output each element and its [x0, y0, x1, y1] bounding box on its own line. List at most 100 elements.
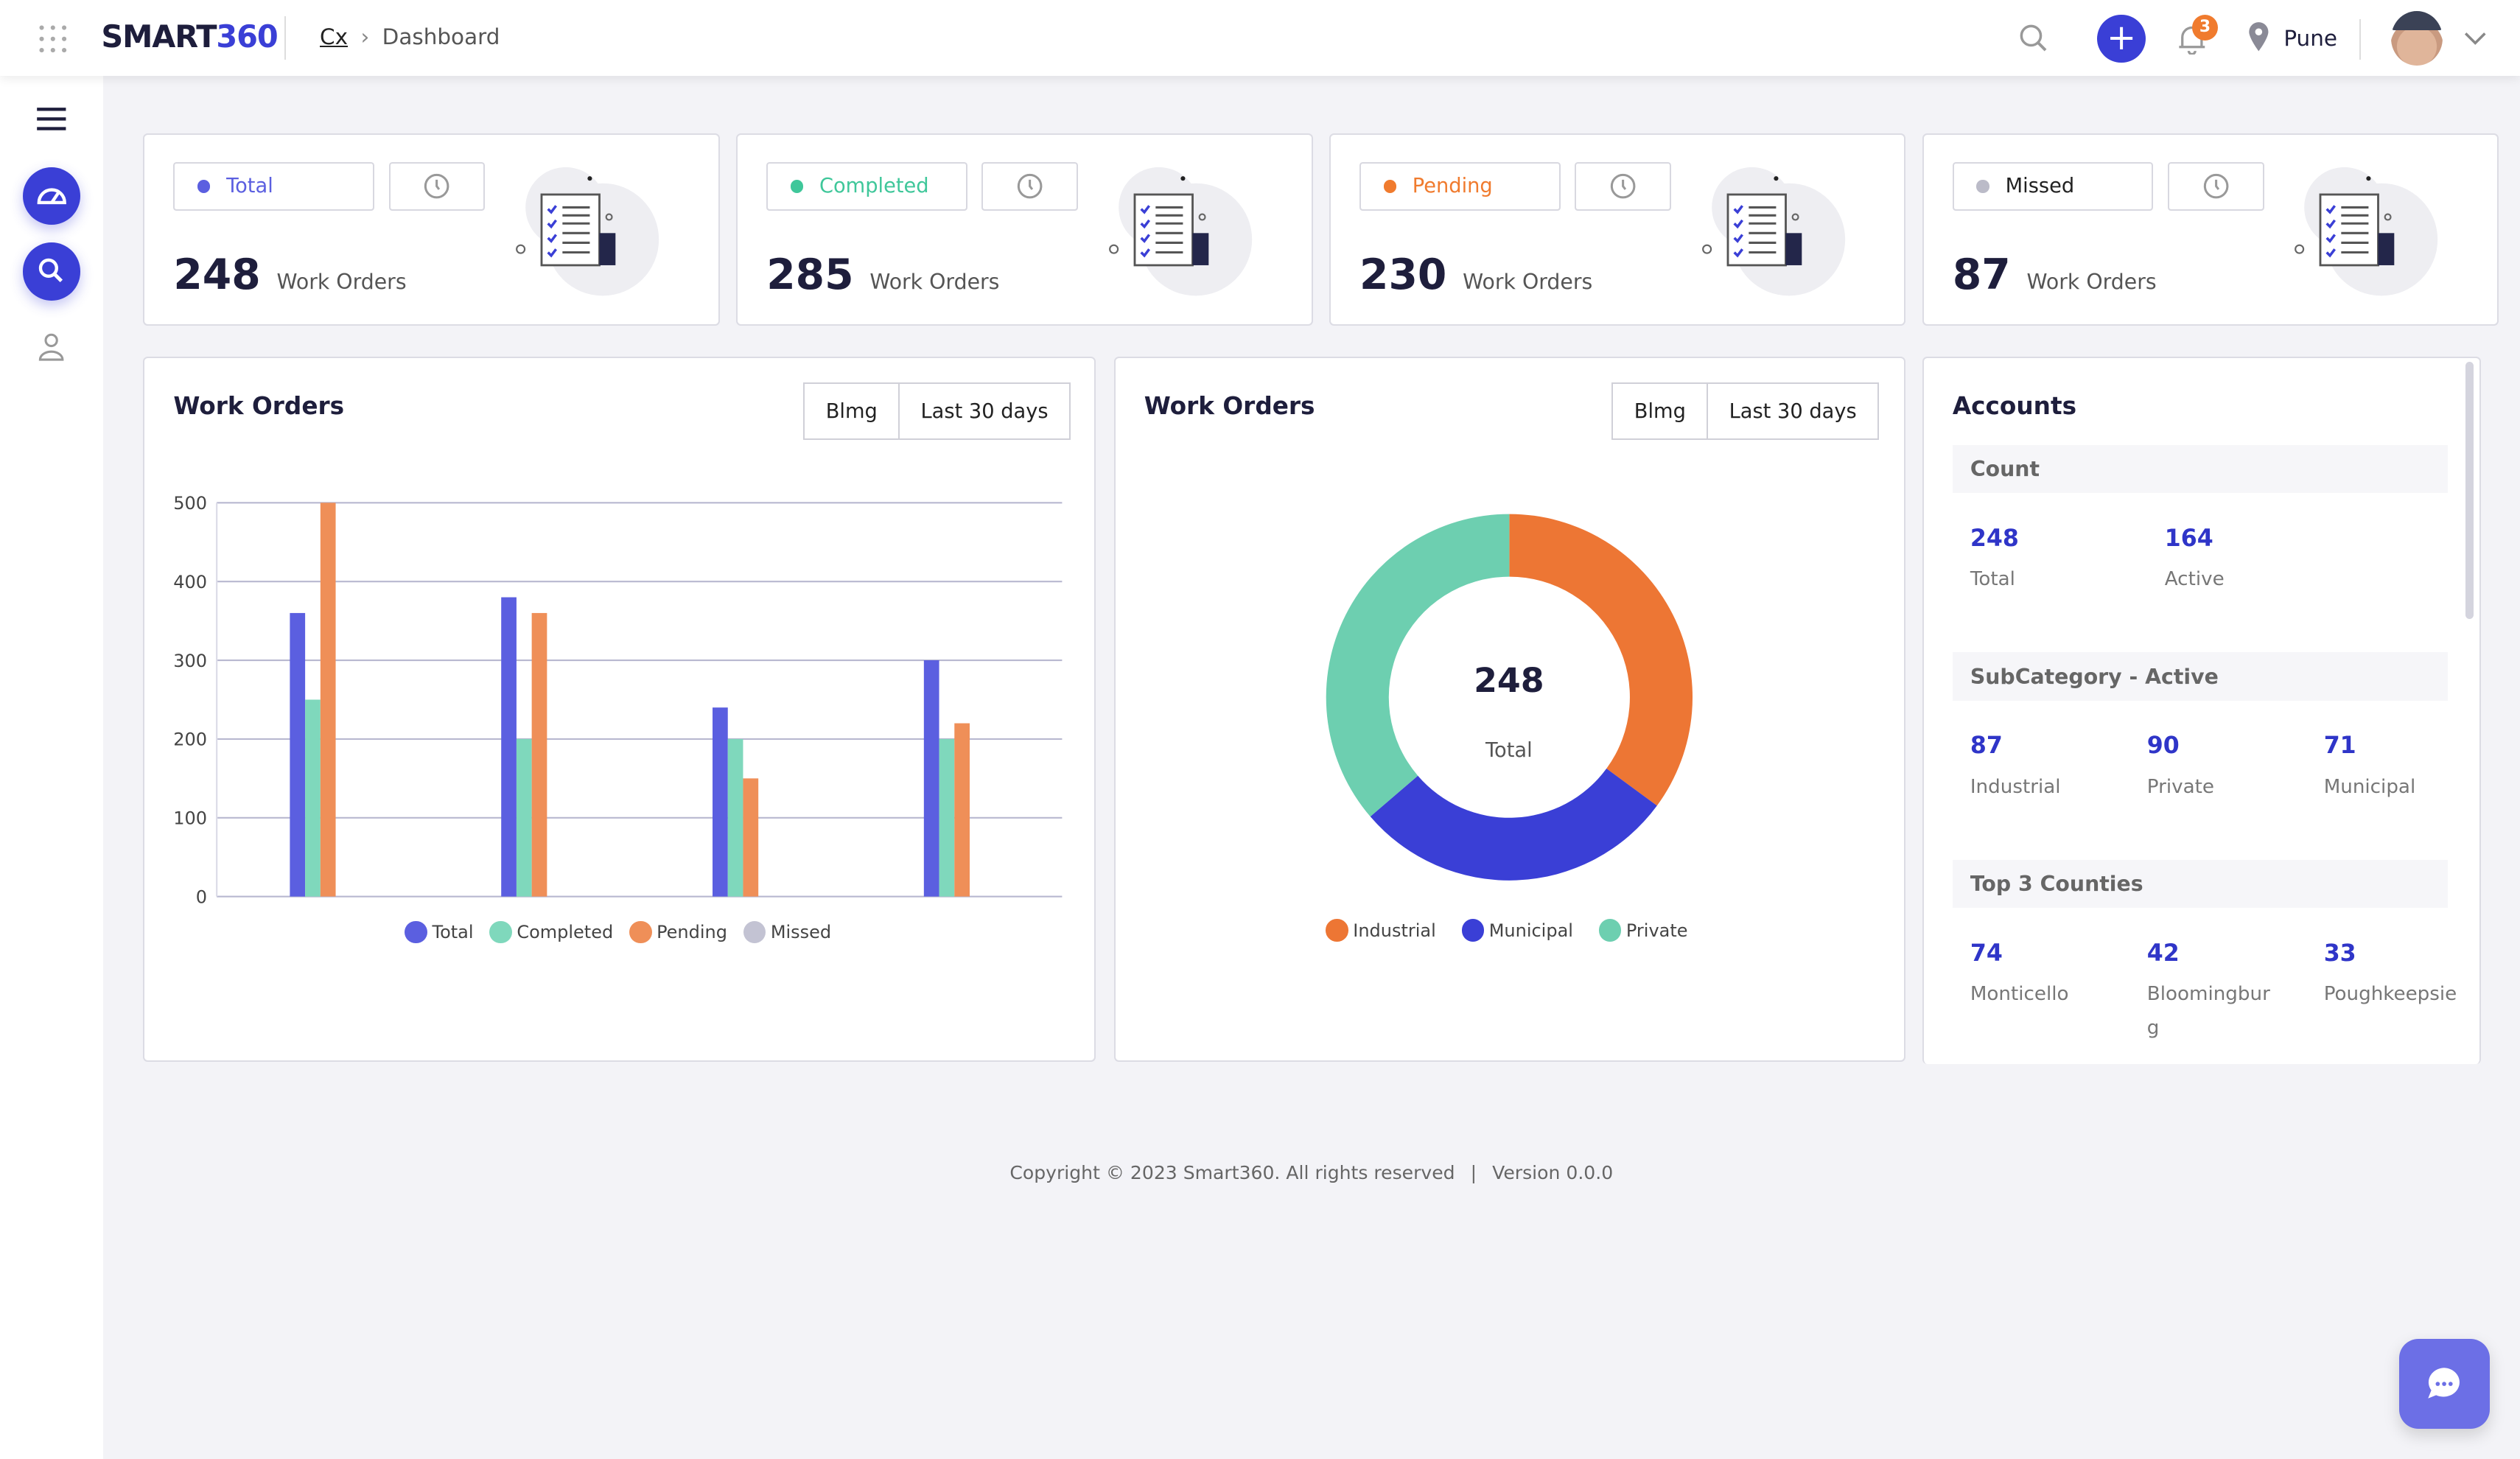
- status-label: Total: [226, 175, 273, 198]
- work-orders-donut-panel: Work Orders Blmg Last 30 days 248 Total …: [1113, 357, 1906, 1063]
- bar-completed[interactable]: [517, 739, 532, 897]
- status-pill[interactable]: Completed: [766, 162, 967, 211]
- account-stat: 248 Total: [1970, 525, 2105, 597]
- user-icon[interactable]: [37, 332, 66, 362]
- section-counties: Top 3 Counties: [1952, 859, 2448, 909]
- bar-total[interactable]: [290, 613, 306, 897]
- footer-separator: |: [1470, 1161, 1477, 1183]
- account-stat-value: 248: [1970, 525, 2019, 553]
- status-label: Pending: [1412, 175, 1493, 198]
- donut-chart-legend: Industrial Municipal Private: [1326, 919, 1713, 942]
- bar-completed[interactable]: [727, 739, 743, 897]
- checklist-illustration-icon: [515, 167, 659, 296]
- legend-item[interactable]: Industrial: [1326, 919, 1436, 942]
- bar-total[interactable]: [713, 707, 728, 897]
- breadcrumb-cx[interactable]: Cx: [320, 24, 348, 49]
- legend-item[interactable]: Pending: [629, 920, 727, 944]
- sidebar-item-search[interactable]: [22, 242, 81, 301]
- y-tick-label: 300: [173, 651, 207, 671]
- app-grid-icon[interactable]: [37, 23, 69, 55]
- stat-value-row: 285 Work Orders: [766, 251, 999, 299]
- work-orders-bar-panel: Work Orders Blmg Last 30 days 0 100 200 300…: [143, 357, 1096, 1063]
- version-text: Version 0.0.0: [1492, 1161, 1614, 1183]
- status-pill[interactable]: Missed: [1952, 162, 2154, 211]
- legend-label: Private: [1625, 920, 1688, 941]
- breadcrumb: Cx › Dashboard: [320, 24, 500, 49]
- checklist-illustration-icon: [2295, 167, 2438, 296]
- accounts-panel: Accounts Count SubCategory - Active Top …: [1922, 357, 2482, 1064]
- stat-value: 248: [173, 251, 261, 300]
- account-stat-label: Industrial: [1970, 775, 2061, 798]
- status-pill[interactable]: Total: [173, 162, 374, 211]
- account-stat: 90 Private: [2147, 732, 2282, 804]
- stat-card-completed[interactable]: Completed 285 Work Orders: [735, 133, 1313, 326]
- stat-card-pending[interactable]: Pending 230 Work Orders: [1329, 133, 1906, 326]
- add-button[interactable]: +: [2097, 14, 2146, 63]
- scrollbar[interactable]: [2465, 361, 2474, 619]
- copyright-text: Copyright © 2023 Smart360. All rights re…: [1009, 1161, 1455, 1183]
- chat-button[interactable]: [2399, 1338, 2490, 1429]
- sidebar: [0, 75, 103, 1459]
- avatar[interactable]: [2391, 11, 2443, 66]
- account-stat-label: Poughkeepsie: [2323, 983, 2457, 1006]
- stat-unit: Work Orders: [869, 270, 1000, 295]
- y-tick-label: 0: [196, 887, 207, 908]
- stat-card-missed[interactable]: Missed 87 Work Orders: [1922, 133, 2499, 326]
- legend-item[interactable]: Private: [1598, 919, 1688, 942]
- legend-label: Pending: [657, 921, 727, 942]
- account-stat: 87 Industrial: [1970, 732, 2105, 804]
- account-stat-value: 164: [2164, 525, 2213, 553]
- stat-unit: Work Orders: [2026, 270, 2157, 295]
- stat-value-row: 248 Work Orders: [173, 251, 406, 299]
- bar-pending[interactable]: [743, 778, 759, 897]
- bar-completed[interactable]: [939, 739, 955, 897]
- search-icon[interactable]: [2018, 23, 2051, 55]
- bar-total[interactable]: [501, 597, 517, 897]
- legend-swatch: [1461, 919, 1485, 942]
- bar-pending[interactable]: [531, 613, 547, 897]
- accounts-title: Accounts: [1952, 392, 2077, 420]
- status-pill[interactable]: Pending: [1359, 162, 1561, 211]
- account-stat-label: Active: [2164, 568, 2225, 591]
- stat-card-total[interactable]: Total 248 Work Orders: [143, 133, 720, 326]
- legend-item[interactable]: Completed: [489, 920, 613, 944]
- legend-swatch: [405, 920, 427, 944]
- chevron-down-icon[interactable]: [2464, 30, 2487, 46]
- brand-logo[interactable]: SMART360: [101, 19, 278, 55]
- stat-value-row: 87 Work Orders: [1953, 251, 2157, 299]
- sidebar-item-dashboard[interactable]: [22, 167, 81, 225]
- bar-completed[interactable]: [305, 699, 321, 897]
- history-button[interactable]: [388, 162, 486, 211]
- history-button[interactable]: [1575, 162, 1672, 211]
- account-stat-value: 71: [2323, 732, 2356, 760]
- donut-chart: [1326, 514, 1693, 881]
- status-label: Missed: [2005, 175, 2075, 198]
- location-label[interactable]: Pune: [2283, 26, 2337, 51]
- menu-icon[interactable]: [35, 106, 68, 132]
- bar-total[interactable]: [923, 660, 939, 897]
- footer: Copyright © 2023 Smart360. All rights re…: [0, 1162, 2520, 1183]
- account-stat: 74 Monticello: [1970, 940, 2105, 1012]
- status-dot: [1383, 180, 1396, 193]
- top-bar: SMART360 Cx › Dashboard + 3 Pune: [0, 0, 2520, 76]
- donut-slice-municipal[interactable]: [1370, 769, 1657, 881]
- account-stat-label: Monticello: [1970, 983, 2069, 1006]
- divider: [2359, 19, 2362, 60]
- legend-label: Missed: [770, 921, 832, 942]
- history-button[interactable]: [2168, 162, 2264, 211]
- legend-swatch: [1598, 919, 1622, 942]
- legend-item[interactable]: Municipal: [1461, 919, 1573, 942]
- bar-pending[interactable]: [954, 723, 970, 897]
- checklist-illustration-icon: [1701, 167, 1845, 296]
- donut-center-label: Total: [1485, 739, 1533, 763]
- search-icon: [38, 259, 63, 283]
- status-label: Completed: [819, 175, 929, 198]
- legend-item[interactable]: Total: [405, 920, 474, 944]
- stat-unit: Work Orders: [1463, 270, 1593, 295]
- legend-swatch: [489, 920, 512, 944]
- history-button[interactable]: [981, 162, 1079, 211]
- account-stat-label: Total: [1970, 568, 2015, 591]
- legend-item[interactable]: Missed: [743, 920, 832, 944]
- bar-pending[interactable]: [320, 503, 336, 897]
- chat-bubble-icon: [2428, 1368, 2460, 1399]
